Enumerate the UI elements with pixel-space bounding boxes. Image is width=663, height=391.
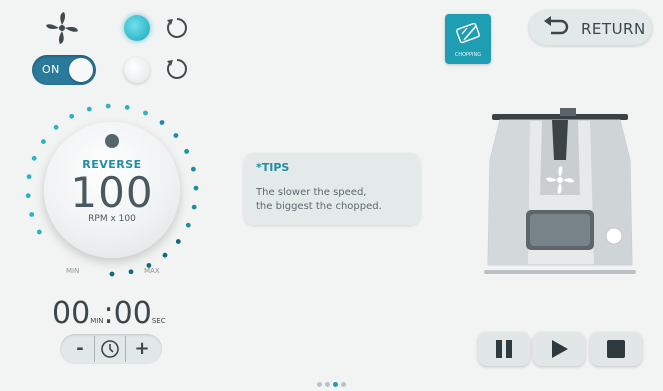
return-arrow-icon [544, 16, 569, 35]
dial-tick [25, 193, 31, 199]
kitchen-machine-image [484, 108, 636, 274]
speed-unit: RPM x 100 [88, 214, 136, 224]
dial-tick [162, 252, 168, 258]
dial-tick [175, 239, 181, 244]
speed-dial[interactable]: REVERSE 100 RPM x 100 [44, 122, 180, 258]
chopping-mode-label: CHOPPING [454, 52, 482, 58]
fan-icon [42, 8, 82, 48]
tips-title: *TIPS [256, 161, 290, 174]
dial-handle[interactable] [105, 134, 119, 148]
dial-min-label: MIN [66, 267, 80, 275]
tips-card: *TIPS The slower the speed, the biggest … [244, 153, 420, 225]
pause-button[interactable] [478, 332, 530, 366]
power-toggle-label: ON [42, 63, 60, 76]
dial-tick [185, 222, 191, 228]
play-button[interactable] [533, 332, 585, 366]
dial-tick [41, 139, 46, 144]
page-indicator [317, 372, 349, 391]
dial-tick [31, 155, 37, 161]
toggle-knob [69, 58, 93, 82]
dial-tick [191, 166, 196, 172]
timer-seconds: 00 [113, 296, 152, 331]
timer-seconds-unit: SEC [151, 317, 166, 325]
timer-decrease-button[interactable]: - [66, 334, 94, 364]
return-label: RETURN [581, 20, 646, 38]
dial-tick [191, 204, 197, 210]
dial-tick [124, 105, 130, 110]
timer-increase-button[interactable]: + [128, 334, 156, 364]
timer-minutes: 00 [52, 296, 91, 331]
dial-tick [143, 110, 148, 116]
dial-tick [36, 229, 42, 235]
timer-display: 00MIN:00SEC [52, 296, 166, 331]
tips-line-1: The slower the speed, [256, 187, 367, 198]
dial-tick [29, 212, 35, 217]
dial-max-label: MAX [144, 267, 160, 275]
rotate-clockwise-icon[interactable] [164, 15, 190, 41]
dial-tick [184, 149, 190, 154]
dial-tick [193, 185, 199, 191]
play-icon [552, 340, 568, 358]
dial-tick [128, 269, 134, 275]
forward-direction-button[interactable] [124, 15, 150, 41]
return-button[interactable]: RETURN [529, 10, 652, 45]
reverse-direction-button[interactable] [124, 57, 150, 83]
timer-controls: - + [60, 334, 162, 364]
stop-icon [607, 340, 625, 358]
dial-tick [26, 174, 32, 180]
timer-minutes-unit: MIN [90, 317, 104, 325]
dial-tick [105, 103, 111, 109]
dial-tick [109, 271, 115, 277]
stop-button[interactable] [590, 332, 642, 366]
dial-tick [53, 124, 59, 130]
speed-value: 100 [70, 168, 154, 217]
chopping-icon [456, 22, 480, 44]
clock-icon[interactable] [94, 336, 126, 362]
tips-line-2: the biggest the chopped. [256, 201, 382, 212]
chopping-mode-button[interactable]: CHOPPING [445, 14, 491, 64]
dial-tick [159, 120, 165, 125]
rotate-counterclockwise-icon[interactable] [164, 56, 190, 82]
dial-tick [69, 113, 75, 119]
timer-separator: : [103, 296, 114, 331]
dial-tick [86, 106, 92, 112]
pause-icon [496, 340, 512, 358]
dial-tick [173, 133, 179, 138]
power-toggle[interactable]: ON [32, 55, 96, 85]
